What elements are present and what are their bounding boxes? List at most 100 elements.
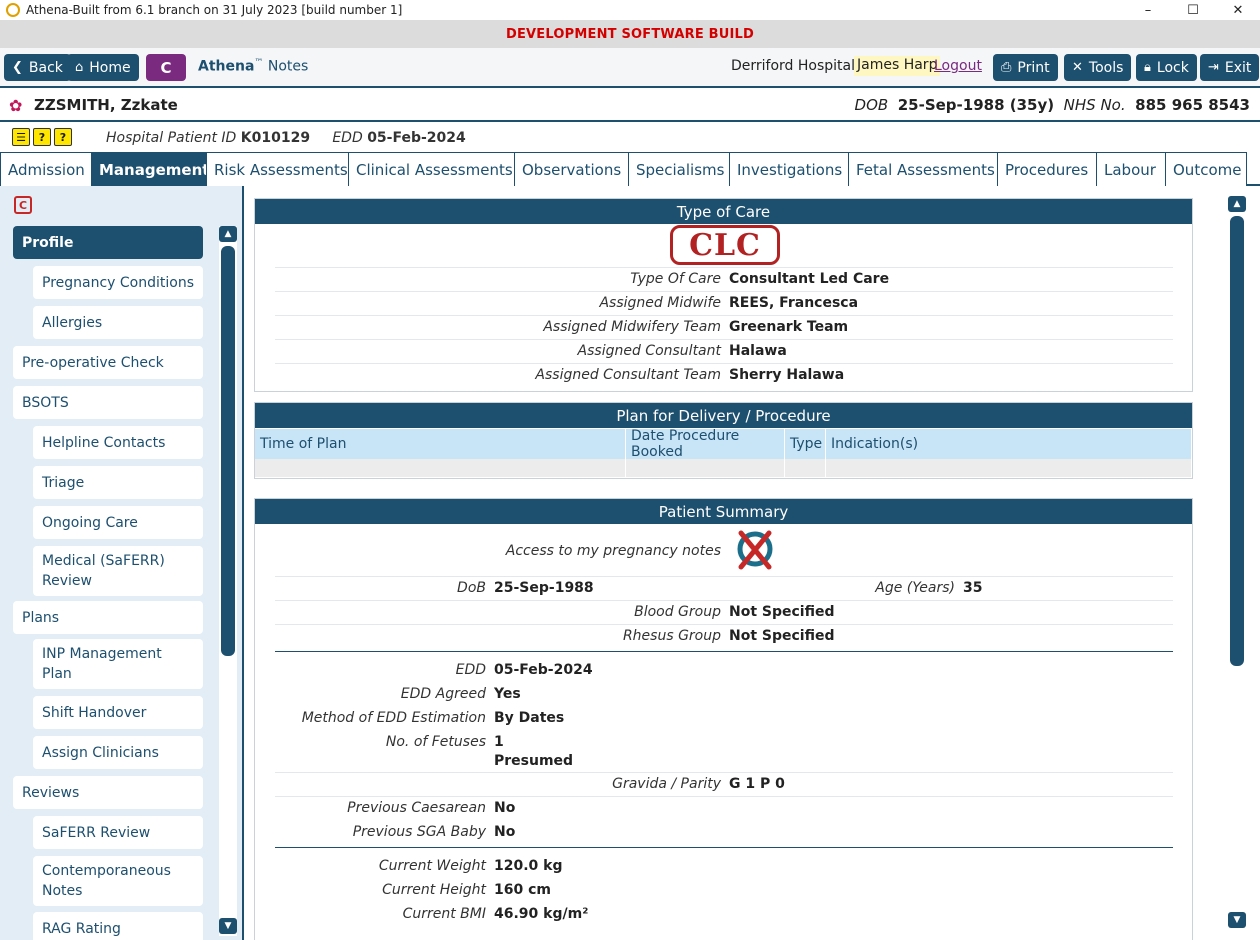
minimize-button[interactable]: – [1125, 0, 1171, 20]
nav-allergies[interactable]: Allergies [33, 306, 203, 339]
scroll-down-icon[interactable]: ▼ [1228, 912, 1246, 928]
fetuses-row: No. of Fetuses 1 Presumed [255, 734, 1192, 774]
nav-rag-rating[interactable]: RAG Rating [33, 912, 203, 940]
nav-helpline-contacts[interactable]: Helpline Contacts [33, 426, 203, 459]
blood-group-row: Blood Group Not Specified [255, 604, 1192, 624]
consultant-team-label: Assigned Consultant Team [535, 367, 721, 383]
col-date-procedure-booked[interactable]: Date Procedure Booked [626, 428, 785, 460]
sidebar-scroll-thumb[interactable] [221, 246, 235, 656]
print-button[interactable]: ⎙ Print [993, 54, 1058, 81]
rhesus-group-row: Rhesus Group Not Specified [255, 628, 1192, 648]
lock-button[interactable]: 🔒︎ Lock [1136, 54, 1197, 81]
window-title: Athena-Built from 6.1 branch on 31 July … [26, 3, 403, 17]
rhesus-group-label: Rhesus Group [622, 628, 721, 644]
home-label: Home [89, 59, 131, 76]
edd-label: EDD [332, 130, 363, 146]
tab-risk-assessments[interactable]: Risk Assessments [206, 152, 349, 186]
question-icon[interactable]: ? [33, 128, 51, 146]
nav-ongoing-care[interactable]: Ongoing Care [33, 506, 203, 539]
edd-agreed-label: EDD Agreed [400, 686, 486, 702]
tab-management[interactable]: Management [91, 152, 209, 186]
plan-title: Plan for Delivery / Procedure [255, 403, 1192, 428]
nav-saferr-review[interactable]: SaFERR Review [33, 816, 203, 849]
scroll-up-icon[interactable]: ▲ [1228, 196, 1246, 212]
assigned-midwife-row: Assigned Midwife REES, Francesca [255, 295, 1192, 315]
list-alert-icon[interactable]: ☰ [12, 128, 30, 146]
exit-button[interactable]: ⇥ Exit [1200, 54, 1260, 81]
nav-inp-management-plan[interactable]: INP Management Plan [33, 639, 203, 689]
summary-dob-value: 25-Sep-1988 [494, 580, 594, 596]
summary-dob-label: DoB [457, 580, 486, 596]
maximize-button[interactable]: ☐ [1170, 0, 1216, 20]
tools-label: Tools [1088, 59, 1124, 76]
app-icon [6, 3, 20, 17]
scroll-up-icon[interactable]: ▲ [219, 226, 237, 242]
logout-link[interactable]: Logout [934, 58, 982, 74]
table-cell [826, 459, 1192, 477]
nav-reviews[interactable]: Reviews [13, 776, 203, 809]
sidebar-scrollbar[interactable]: ▲ ▼ [219, 226, 237, 936]
edd-method-row: Method of EDD Estimation By Dates [255, 710, 1192, 730]
type-of-care-value: Consultant Led Care [729, 271, 890, 287]
col-indications[interactable]: Indication(s) [826, 429, 1192, 459]
main-scroll-thumb[interactable] [1230, 216, 1244, 666]
edd-method-value: By Dates [494, 710, 565, 726]
col-time-of-plan[interactable]: Time of Plan [255, 429, 626, 459]
tab-admission[interactable]: Admission [0, 152, 92, 186]
midwifery-team-row: Assigned Midwifery Team Greenark Team [255, 319, 1192, 339]
nav-shift-handover[interactable]: Shift Handover [33, 696, 203, 729]
access-notes-row: Access to my pregnancy notes [255, 543, 1192, 563]
no-access-icon [737, 530, 773, 570]
divider [275, 796, 1173, 797]
tab-specialisms[interactable]: Specialisms [628, 152, 730, 186]
hospital-id-line: Hospital Patient ID K010129 EDD 05-Feb-2… [106, 130, 466, 146]
nav-plans[interactable]: Plans [13, 601, 203, 634]
home-button[interactable]: ⌂ Home [67, 54, 139, 81]
blood-group-label: Blood Group [634, 604, 721, 620]
nav-assign-clinicians[interactable]: Assign Clinicians [33, 736, 203, 769]
tab-observations[interactable]: Observations [514, 152, 629, 186]
tab-procedures[interactable]: Procedures [997, 152, 1097, 186]
tab-outcome[interactable]: Outcome [1165, 152, 1247, 186]
table-cell [626, 459, 785, 477]
home-icon: ⌂ [75, 60, 84, 75]
dob-value: 25-Sep-1988 (35y) [897, 96, 1055, 114]
tab-investigations[interactable]: Investigations [729, 152, 849, 186]
main-scrollbar[interactable]: ▲ ▼ [1228, 196, 1246, 932]
tab-clinical-assessments[interactable]: Clinical Assessments [348, 152, 515, 186]
nhs-label: NHS No. [1063, 96, 1126, 114]
tab-fetal-assessments[interactable]: Fetal Assessments [848, 152, 998, 186]
nav-contemporaneous-notes[interactable]: Contemporaneous Notes [33, 856, 203, 906]
nav-triage[interactable]: Triage [33, 466, 203, 499]
question-icon-2[interactable]: ? [54, 128, 72, 146]
nav-bsots[interactable]: BSOTS [13, 386, 203, 419]
alert-icons: ☰ ? ? [12, 128, 72, 146]
nav-medical-saferr-review[interactable]: Medical (SaFERR) Review [33, 546, 203, 596]
consultant-badge-icon: C [14, 196, 32, 214]
nav-profile[interactable]: Profile [13, 226, 203, 259]
dob-label: DOB [854, 96, 889, 114]
age-value: 35 [963, 580, 983, 596]
assigned-consultant-row: Assigned Consultant Halawa [255, 343, 1192, 363]
nav-pre-operative-check[interactable]: Pre-operative Check [13, 346, 203, 379]
nav-pregnancy-conditions[interactable]: Pregnancy Conditions [33, 266, 203, 299]
tab-labour[interactable]: Labour [1096, 152, 1166, 186]
col-type[interactable]: Type [785, 429, 826, 459]
assigned-midwife-value: REES, Francesca [729, 295, 859, 311]
edd-agreed-value: Yes [494, 686, 521, 702]
tools-button[interactable]: ✕ Tools [1064, 54, 1132, 81]
midwifery-team-value: Greenark Team [729, 319, 849, 335]
plan-for-delivery-section: Plan for Delivery / Procedure Time of Pl… [254, 402, 1193, 479]
back-button[interactable]: ❮ Back [4, 54, 71, 81]
window-titlebar: Athena-Built from 6.1 branch on 31 July … [0, 0, 1260, 20]
type-of-care-title: Type of Care [255, 199, 1192, 224]
app-brand: Athena™ Notes [198, 58, 308, 75]
chevron-left-icon: ❮ [12, 60, 23, 75]
c-button[interactable]: C [146, 54, 186, 81]
blood-group-value: Not Specified [729, 604, 835, 620]
scroll-down-icon[interactable]: ▼ [219, 918, 237, 934]
assigned-consultant-value: Halawa [729, 343, 787, 359]
section-divider [275, 847, 1173, 848]
close-window-button[interactable]: ✕ [1215, 0, 1260, 20]
divider [275, 772, 1173, 773]
